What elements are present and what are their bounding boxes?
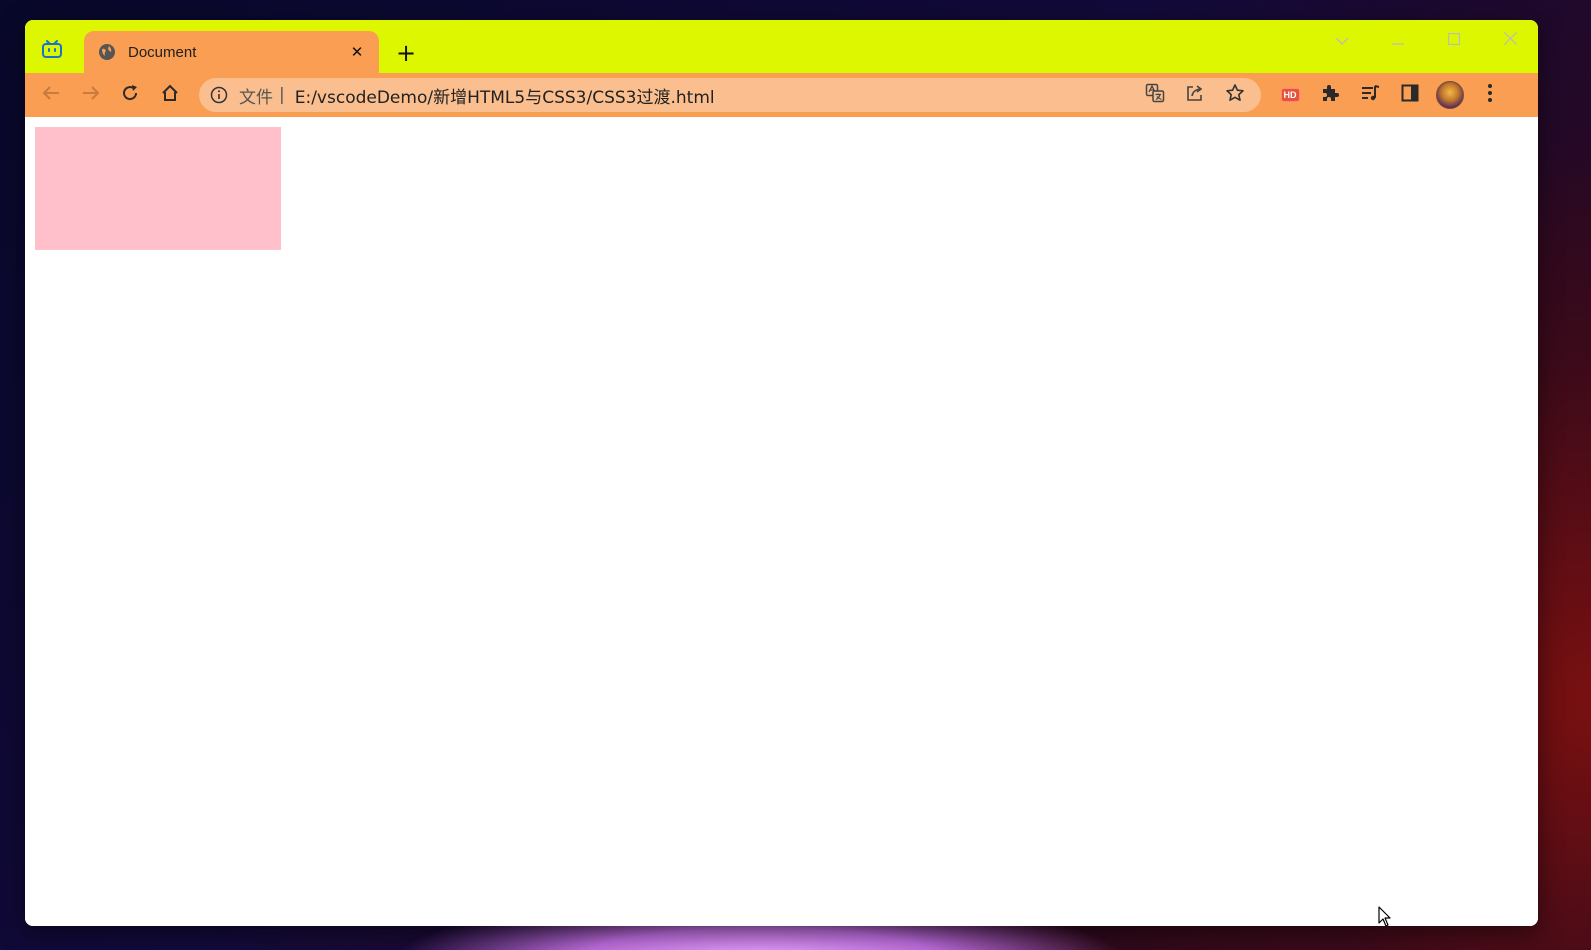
title-bar: Document ✕ +: [25, 20, 1538, 73]
star-icon: [1225, 83, 1245, 107]
back-button[interactable]: [37, 81, 65, 109]
maximize-icon: [1448, 30, 1461, 49]
close-window-button[interactable]: [1482, 20, 1538, 58]
reload-button[interactable]: [116, 81, 144, 109]
mouse-cursor-icon: [1378, 906, 1392, 928]
tab-document[interactable]: Document ✕: [84, 31, 379, 73]
tab-close-button[interactable]: ✕: [347, 42, 367, 62]
browser-window: Document ✕ + 文件 | E:/vscodeDemo/新增HTML5与…: [25, 20, 1538, 926]
playlist-music-icon: [1360, 83, 1380, 107]
page-viewport: [25, 117, 1538, 926]
puzzle-icon: [1320, 83, 1340, 107]
media-control-button[interactable]: [1350, 78, 1390, 112]
extensions-button[interactable]: [1310, 78, 1350, 112]
hd-extension-icon: HD: [1280, 88, 1300, 102]
avatar: [1436, 81, 1464, 109]
address-bar[interactable]: 文件 | E:/vscodeDemo/新增HTML5与CSS3/CSS3过渡.h…: [199, 78, 1261, 112]
reload-icon: [121, 84, 139, 106]
file-scheme-label: 文件: [239, 87, 273, 108]
transition-box[interactable]: [35, 127, 281, 250]
chevron-down-icon: [1335, 30, 1349, 49]
share-icon: [1185, 83, 1205, 107]
tab-title: Document: [128, 43, 197, 61]
minimize-button[interactable]: [1370, 20, 1426, 58]
arrow-left-icon: [42, 85, 60, 105]
bookmark-button[interactable]: [1215, 78, 1255, 112]
extensions-area: HD: [1270, 78, 1510, 112]
window-controls: [1314, 20, 1538, 58]
address-bar-actions: [1135, 78, 1255, 112]
profile-button[interactable]: [1430, 78, 1470, 112]
more-vert-icon: [1487, 83, 1493, 107]
home-icon: [161, 84, 179, 106]
menu-button[interactable]: [1470, 78, 1510, 112]
scheme-separator: |: [279, 85, 285, 105]
tab-search-button[interactable]: [39, 38, 65, 64]
minimize-icon: [1392, 30, 1404, 49]
url-text[interactable]: E:/vscodeDemo/新增HTML5与CSS3/CSS3过渡.html: [295, 83, 1135, 108]
arrow-right-icon: [82, 85, 100, 105]
translate-button[interactable]: [1135, 78, 1175, 112]
tab-list-button[interactable]: [1314, 20, 1370, 58]
forward-button[interactable]: [77, 81, 105, 109]
share-button[interactable]: [1175, 78, 1215, 112]
info-icon[interactable]: [209, 85, 229, 105]
side-panel-icon: [1401, 84, 1419, 106]
bilibili-tv-icon: [41, 39, 63, 63]
new-tab-button[interactable]: +: [393, 40, 419, 66]
hd-extension-button[interactable]: HD: [1270, 78, 1310, 112]
translate-icon: [1145, 83, 1165, 107]
home-button[interactable]: [156, 81, 184, 109]
close-icon: [1503, 30, 1517, 49]
globe-icon: [98, 43, 116, 61]
toolbar: 文件 | E:/vscodeDemo/新增HTML5与CSS3/CSS3过渡.h…: [25, 73, 1538, 117]
maximize-button[interactable]: [1426, 20, 1482, 58]
side-panel-button[interactable]: [1390, 78, 1430, 112]
